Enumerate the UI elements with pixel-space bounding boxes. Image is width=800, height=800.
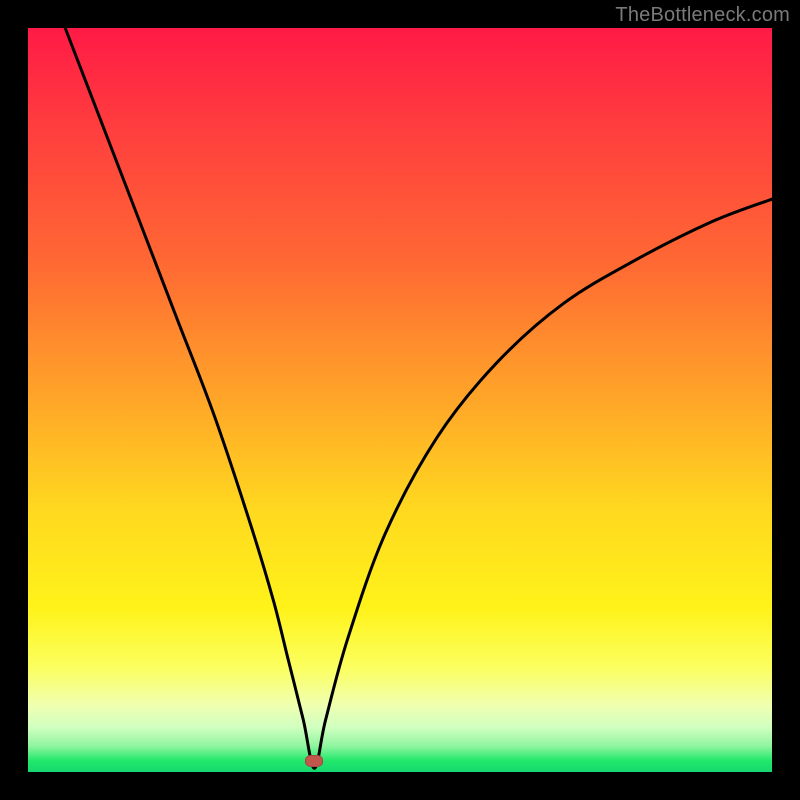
bottleneck-curve-path [65, 28, 772, 768]
chart-container: TheBottleneck.com [0, 0, 800, 800]
optimal-point-marker [305, 755, 323, 767]
watermark-text: TheBottleneck.com [615, 4, 790, 27]
curve-svg [28, 28, 772, 772]
plot-area [28, 28, 772, 772]
